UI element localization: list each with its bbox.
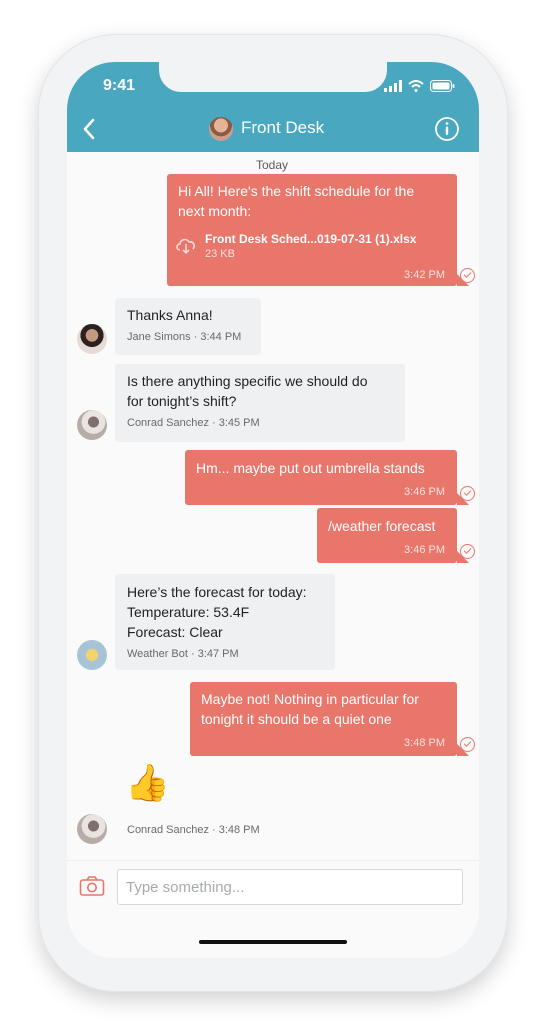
check-circle-icon [460, 268, 475, 283]
check-circle-icon [460, 486, 475, 501]
message-text: /weather forecast [328, 518, 436, 534]
date-separator: Today [255, 158, 289, 172]
signal-icon [384, 80, 402, 92]
header-title-row: Front Desk [67, 112, 479, 146]
message-text-line: Hi All! Here's the shift schedule for th… [178, 183, 415, 199]
incoming-message-bubble[interactable]: Is there anything specific we should do … [115, 364, 405, 442]
message-text-line: Forecast: Clear [127, 624, 223, 640]
outgoing-message-bubble[interactable]: Hm... maybe put out umbrella stands 3:46… [185, 450, 457, 505]
message-text-line: next month: [178, 203, 252, 219]
back-chevron-icon[interactable] [77, 115, 105, 143]
weather-bot-avatar[interactable] [77, 640, 107, 670]
check-circle-icon [460, 544, 475, 559]
status-time: 9:41 [103, 77, 136, 94]
status-icons [384, 80, 455, 92]
message-text-line: for tonight’s shift? [127, 393, 237, 409]
message-input-box[interactable] [117, 869, 463, 905]
outgoing-message-bubble[interactable]: Maybe not! Nothing in particular for ton… [190, 682, 457, 756]
message-meta: Weather Bot · 3:47 PM [127, 648, 239, 660]
message-meta: Conrad Sanchez · 3:48 PM [127, 824, 260, 836]
attachment-size: 23 KB [205, 248, 235, 260]
home-indicator[interactable] [199, 940, 347, 944]
camera-icon[interactable] [79, 875, 105, 897]
message-text-line: Here’s the forecast for today: [127, 584, 307, 600]
chat-title: Front Desk [241, 118, 325, 137]
message-text-line: Temperature: 53.4F [127, 604, 250, 620]
info-icon[interactable] [433, 115, 461, 143]
message-text: Hm... maybe put out umbrella stands [196, 460, 425, 476]
message-text-line: Maybe not! Nothing in particular for [201, 691, 419, 707]
incoming-message-bubble[interactable]: Thanks Anna! Jane Simons · 3:44 PM [115, 298, 261, 355]
message-input[interactable] [126, 872, 452, 902]
message-text-line: Is there anything specific we should do [127, 373, 368, 389]
chat-header: 9:41 Front Desk [67, 62, 479, 152]
message-time: 3:46 PM [404, 544, 445, 556]
outgoing-message-bubble[interactable]: Hi All! Here's the shift schedule for th… [167, 174, 457, 286]
message-list[interactable]: Today Hi All! Here's the shift schedule … [67, 152, 479, 860]
attachment-filename[interactable]: Front Desk Sched...019-07-31 (1).xlsx [205, 232, 416, 246]
avatar[interactable] [77, 410, 107, 440]
thumbs-up-emoji[interactable]: 👍 [125, 764, 170, 804]
wifi-icon [408, 80, 424, 92]
message-meta: Conrad Sanchez · 3:45 PM [127, 417, 260, 429]
app-screen: 9:41 Front Desk Today Hi All! Here's the… [67, 62, 479, 958]
outgoing-message-bubble[interactable]: /weather forecast 3:46 PM [317, 508, 457, 563]
message-time: 3:42 PM [404, 269, 445, 281]
message-meta: Jane Simons · 3:44 PM [127, 331, 242, 343]
message-text-line: tonight it should be a quiet one [201, 711, 392, 727]
message-time: 3:48 PM [404, 737, 445, 749]
message-text: Thanks Anna! [127, 307, 213, 323]
avatar[interactable] [77, 324, 107, 354]
incoming-message-bubble[interactable]: Here’s the forecast for today: Temperatu… [115, 574, 335, 670]
message-time: 3:46 PM [404, 486, 445, 498]
check-circle-icon [460, 737, 475, 752]
battery-icon [430, 80, 455, 92]
group-avatar [209, 117, 233, 141]
avatar[interactable] [77, 814, 107, 844]
download-cloud-icon[interactable] [174, 233, 198, 257]
device-notch [159, 62, 387, 92]
